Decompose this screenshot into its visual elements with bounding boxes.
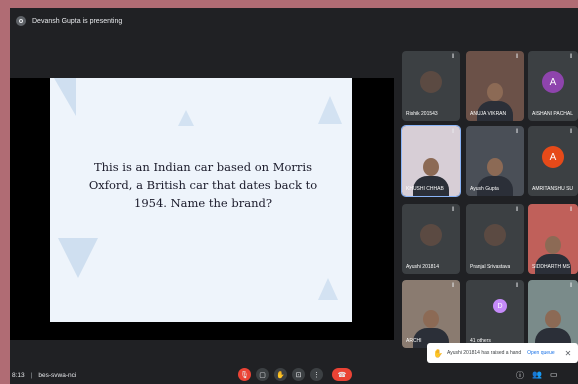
- presenter-icon: [16, 16, 26, 26]
- mic-off-icon: ǁ: [516, 207, 519, 213]
- participant-name: AISHANI PACHAL: [532, 111, 574, 117]
- presenting-label: Devansh Gupta is presenting: [32, 17, 123, 25]
- participant-name: Ayushi 201814: [406, 264, 439, 270]
- person-head: [423, 310, 439, 328]
- hand-icon: ✋: [433, 348, 443, 358]
- slide-decor-triangle: [54, 78, 76, 116]
- person-head: [545, 236, 561, 254]
- meeting-time: 8:13: [12, 371, 25, 379]
- presented-slide: This is an Indian car based on Morris Ox…: [50, 78, 352, 322]
- meeting-code: bes-svwa-nci: [38, 371, 77, 379]
- slide-decor-triangle: [318, 96, 342, 124]
- presentation-stage: This is an Indian car based on Morris Ox…: [10, 78, 394, 340]
- raised-hand-toast: ✋ Ayushi 201814 has raised a hand Open q…: [427, 343, 578, 363]
- participant-name: Pranjal Srivastava: [470, 264, 511, 270]
- participant-tile[interactable]: ǁ KHUSHI CHHAB: [401, 125, 461, 197]
- slide-decor-triangle: [58, 238, 98, 278]
- divider: |: [30, 371, 33, 379]
- avatar: [484, 224, 506, 246]
- avatar-letter: A: [542, 146, 564, 168]
- participant-name: KHUSHI CHHAB: [406, 186, 444, 192]
- slide-decor-triangle: [178, 110, 194, 126]
- avatar-letter: D: [493, 299, 507, 313]
- slide-decor-triangle: [318, 278, 338, 300]
- camera-button[interactable]: ▢: [256, 368, 269, 381]
- participant-tile[interactable]: ǁ Ayushi 201814: [402, 204, 460, 274]
- participant-name: Rishik 201543: [406, 111, 438, 117]
- participant-name: ARCHI: [406, 338, 422, 344]
- mic-off-icon: ǁ: [570, 54, 573, 60]
- participant-name: Ayush Gupta: [470, 186, 499, 192]
- toast-message: Ayushi 201814 has raised a hand: [446, 350, 522, 356]
- raise-hand-button[interactable]: ✋: [274, 368, 287, 381]
- meet-window: Devansh Gupta is presenting This is an I…: [10, 8, 578, 384]
- close-icon[interactable]: ✕: [565, 349, 572, 358]
- bottom-bar: 8:13 | bes-svwa-nci 🎙 ▢ ✋ ⊡ ⋮ ☎ ⓘ 👥 ▭: [10, 366, 578, 384]
- chat-icon[interactable]: ▭: [550, 370, 558, 379]
- participant-tile[interactable]: A ǁ AMRITANSHU SU: [528, 126, 578, 196]
- mic-off-icon: ǁ: [516, 283, 519, 289]
- mic-off-icon: ǁ: [452, 54, 455, 60]
- people-icon[interactable]: 👥: [532, 370, 542, 379]
- participant-tile[interactable]: ǁ ARCHI: [402, 280, 460, 348]
- participant-tile[interactable]: ǁ Rishik 201543: [402, 51, 460, 121]
- presenting-bar: Devansh Gupta is presenting: [10, 8, 578, 34]
- slide-question: This is an Indian car based on Morris Ox…: [88, 160, 318, 210]
- info-icon[interactable]: ⓘ: [516, 370, 524, 381]
- participant-video: [533, 308, 573, 348]
- mic-off-icon: ǁ: [570, 129, 573, 135]
- avatar: [420, 224, 442, 246]
- participant-tile[interactable]: D ǁ 41 others: [466, 280, 524, 348]
- participant-name: ANUJA VIKRAN: [470, 111, 507, 117]
- more-options-button[interactable]: ⋮: [310, 368, 323, 381]
- participant-tile[interactable]: ǁ: [528, 280, 578, 348]
- mic-off-icon: ǁ: [516, 129, 519, 135]
- avatar-letter: A: [542, 71, 564, 93]
- mic-off-icon: ǁ: [452, 129, 455, 135]
- mic-off-icon: ǁ: [452, 207, 455, 213]
- mic-off-button[interactable]: 🎙: [238, 368, 251, 381]
- person-head: [423, 158, 439, 176]
- avatar: [420, 71, 442, 93]
- participant-tile[interactable]: ǁ SIDDHARTH MS: [528, 204, 578, 274]
- mic-off-icon: ǁ: [516, 54, 519, 60]
- mic-off-icon: ǁ: [452, 283, 455, 289]
- open-queue-link[interactable]: Open queue: [527, 350, 555, 356]
- participant-name: AMRITANSHU SU: [532, 186, 574, 192]
- mic-off-icon: ǁ: [570, 283, 573, 289]
- participant-tile[interactable]: ǁ ANUJA VIKRAN: [466, 51, 524, 121]
- participant-tile[interactable]: A ǁ AISHANI PACHAL: [528, 51, 578, 121]
- participant-tile[interactable]: ǁ Ayush Gupta: [466, 126, 524, 196]
- person-head: [487, 83, 503, 101]
- end-call-button[interactable]: ☎: [332, 368, 352, 381]
- person-head: [545, 310, 561, 328]
- present-button[interactable]: ⊡: [292, 368, 305, 381]
- participant-tile[interactable]: ǁ Pranjal Srivastava: [466, 204, 524, 274]
- mic-off-icon: ǁ: [570, 207, 573, 213]
- person-head: [487, 158, 503, 176]
- participant-name: SIDDHARTH MS: [532, 264, 570, 270]
